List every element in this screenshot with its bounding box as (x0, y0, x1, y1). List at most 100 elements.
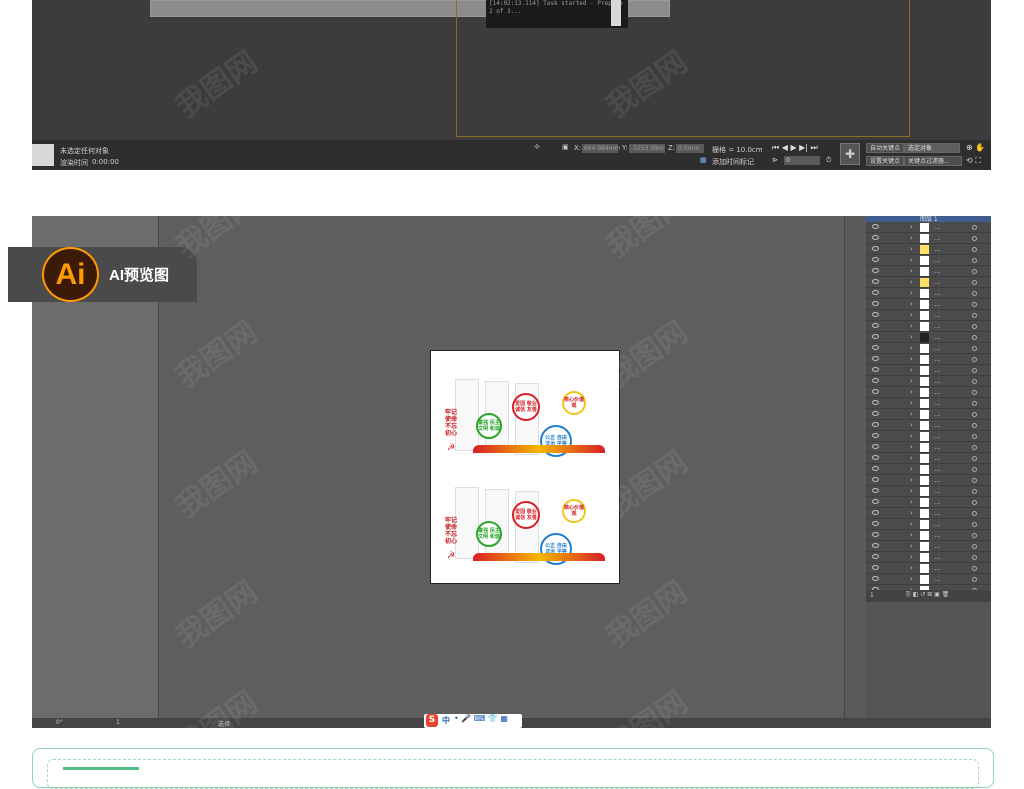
visibility-eye-icon[interactable] (872, 389, 879, 394)
visibility-eye-icon[interactable] (872, 477, 879, 482)
layer-row[interactable]: ›... (866, 420, 991, 431)
layer-row[interactable]: ›... (866, 563, 991, 574)
set-key-big-icon[interactable]: ✚ (840, 143, 860, 165)
x-field[interactable]: 664.984mm (582, 144, 621, 153)
playback-controls-icon[interactable]: ⏮ ◀ ▶ ▶| ⏭ (772, 143, 818, 153)
rotation-field[interactable]: 0° (56, 719, 63, 726)
expand-chevron-icon[interactable]: › (910, 332, 913, 343)
layer-row[interactable]: ›... (866, 332, 991, 343)
visibility-eye-icon[interactable] (872, 235, 879, 240)
target-circle-icon[interactable] (972, 511, 977, 516)
layer-row[interactable]: ›... (866, 508, 991, 519)
expand-chevron-icon[interactable]: › (910, 420, 913, 431)
visibility-eye-icon[interactable] (872, 279, 879, 284)
layer-row[interactable]: ›... (866, 222, 991, 233)
target-circle-icon[interactable] (972, 302, 977, 307)
visibility-eye-icon[interactable] (872, 488, 879, 493)
target-circle-icon[interactable] (972, 522, 977, 527)
target-circle-icon[interactable] (972, 434, 977, 439)
layer-row[interactable]: ›... (866, 497, 991, 508)
expand-chevron-icon[interactable]: › (910, 574, 913, 585)
layer-row[interactable]: ›... (866, 376, 991, 387)
target-circle-icon[interactable] (972, 533, 977, 538)
layer-row[interactable]: ›... (866, 255, 991, 266)
target-circle-icon[interactable] (972, 566, 977, 571)
expand-chevron-icon[interactable]: › (910, 299, 913, 310)
expand-chevron-icon[interactable]: › (910, 255, 913, 266)
target-circle-icon[interactable] (972, 324, 977, 329)
target-circle-icon[interactable] (972, 346, 977, 351)
expand-chevron-icon[interactable]: › (910, 343, 913, 354)
target-circle-icon[interactable] (972, 544, 977, 549)
expand-chevron-icon[interactable]: › (910, 409, 913, 420)
expand-chevron-icon[interactable]: › (910, 277, 913, 288)
target-circle-icon[interactable] (972, 412, 977, 417)
ime-lang[interactable]: 中 (442, 715, 450, 726)
target-circle-icon[interactable] (972, 280, 977, 285)
expand-chevron-icon[interactable]: › (910, 233, 913, 244)
expand-chevron-icon[interactable]: › (910, 266, 913, 277)
visibility-eye-icon[interactable] (872, 521, 879, 526)
expand-chevron-icon[interactable]: › (910, 365, 913, 376)
layers-footer-icons[interactable]: ⎘ ◧ ↺ ⊞ ▣ 🗑 (906, 591, 949, 599)
visibility-eye-icon[interactable] (872, 499, 879, 504)
visibility-eye-icon[interactable] (872, 268, 879, 273)
console-scrollbar[interactable] (611, 0, 621, 26)
layer-row[interactable]: ›... (866, 464, 991, 475)
expand-chevron-icon[interactable]: › (910, 464, 913, 475)
expand-chevron-icon[interactable]: › (910, 541, 913, 552)
visibility-eye-icon[interactable] (872, 400, 879, 405)
expand-chevron-icon[interactable]: › (910, 376, 913, 387)
expand-chevron-icon[interactable]: › (910, 563, 913, 574)
key-filter-button[interactable]: 关键点过滤器... (904, 156, 962, 166)
visibility-eye-icon[interactable] (872, 378, 879, 383)
target-circle-icon[interactable] (972, 478, 977, 483)
visibility-eye-icon[interactable] (872, 257, 879, 262)
visibility-eye-icon[interactable] (872, 345, 879, 350)
layer-row[interactable]: ›... (866, 387, 991, 398)
visibility-eye-icon[interactable] (872, 543, 879, 548)
visibility-eye-icon[interactable] (872, 532, 879, 537)
target-circle-icon[interactable] (972, 577, 977, 582)
layer-row[interactable]: ›... (866, 541, 991, 552)
target-circle-icon[interactable] (972, 401, 977, 406)
target-circle-icon[interactable] (972, 467, 977, 472)
visibility-eye-icon[interactable] (872, 334, 879, 339)
layer-row[interactable]: ›... (866, 244, 991, 255)
expand-chevron-icon[interactable]: › (910, 288, 913, 299)
visibility-eye-icon[interactable] (872, 290, 879, 295)
selected-object-dropdown[interactable]: 选定对象 (904, 143, 960, 153)
orbit-nav-icon[interactable]: ⟲ ⛶ (966, 156, 981, 166)
layer-row[interactable]: ›... (866, 409, 991, 420)
target-circle-icon[interactable] (972, 423, 977, 428)
expand-chevron-icon[interactable]: › (910, 530, 913, 541)
layer-row[interactable]: ›... (866, 310, 991, 321)
visibility-eye-icon[interactable] (872, 433, 879, 438)
expand-chevron-icon[interactable]: › (910, 354, 913, 365)
key-mode-icon[interactable]: ⊳ (772, 156, 778, 164)
expand-chevron-icon[interactable]: › (910, 310, 913, 321)
expand-chevron-icon[interactable]: › (910, 453, 913, 464)
target-circle-icon[interactable] (972, 225, 977, 230)
layer-row[interactable]: ›... (866, 453, 991, 464)
expand-chevron-icon[interactable]: › (910, 552, 913, 563)
layer-row[interactable]: ›... (866, 365, 991, 376)
layer-row[interactable]: ›... (866, 343, 991, 354)
layer-row[interactable]: ›... (866, 299, 991, 310)
visibility-eye-icon[interactable] (872, 246, 879, 251)
layer-row[interactable]: ›... (866, 442, 991, 453)
target-circle-icon[interactable] (972, 456, 977, 461)
target-circle-icon[interactable] (972, 269, 977, 274)
visibility-eye-icon[interactable] (872, 455, 879, 460)
target-circle-icon[interactable] (972, 357, 977, 362)
expand-chevron-icon[interactable]: › (910, 244, 913, 255)
y-field[interactable]: -3253.09m (629, 144, 665, 153)
target-circle-icon[interactable] (972, 236, 977, 241)
layer-row[interactable]: ›... (866, 354, 991, 365)
visibility-eye-icon[interactable] (872, 312, 879, 317)
target-circle-icon[interactable] (972, 368, 977, 373)
z-field[interactable]: 0.0mm (676, 144, 704, 153)
layer-row[interactable]: ›... (866, 277, 991, 288)
visibility-eye-icon[interactable] (872, 576, 879, 581)
time-config-icon[interactable]: ⏱ (826, 156, 831, 165)
